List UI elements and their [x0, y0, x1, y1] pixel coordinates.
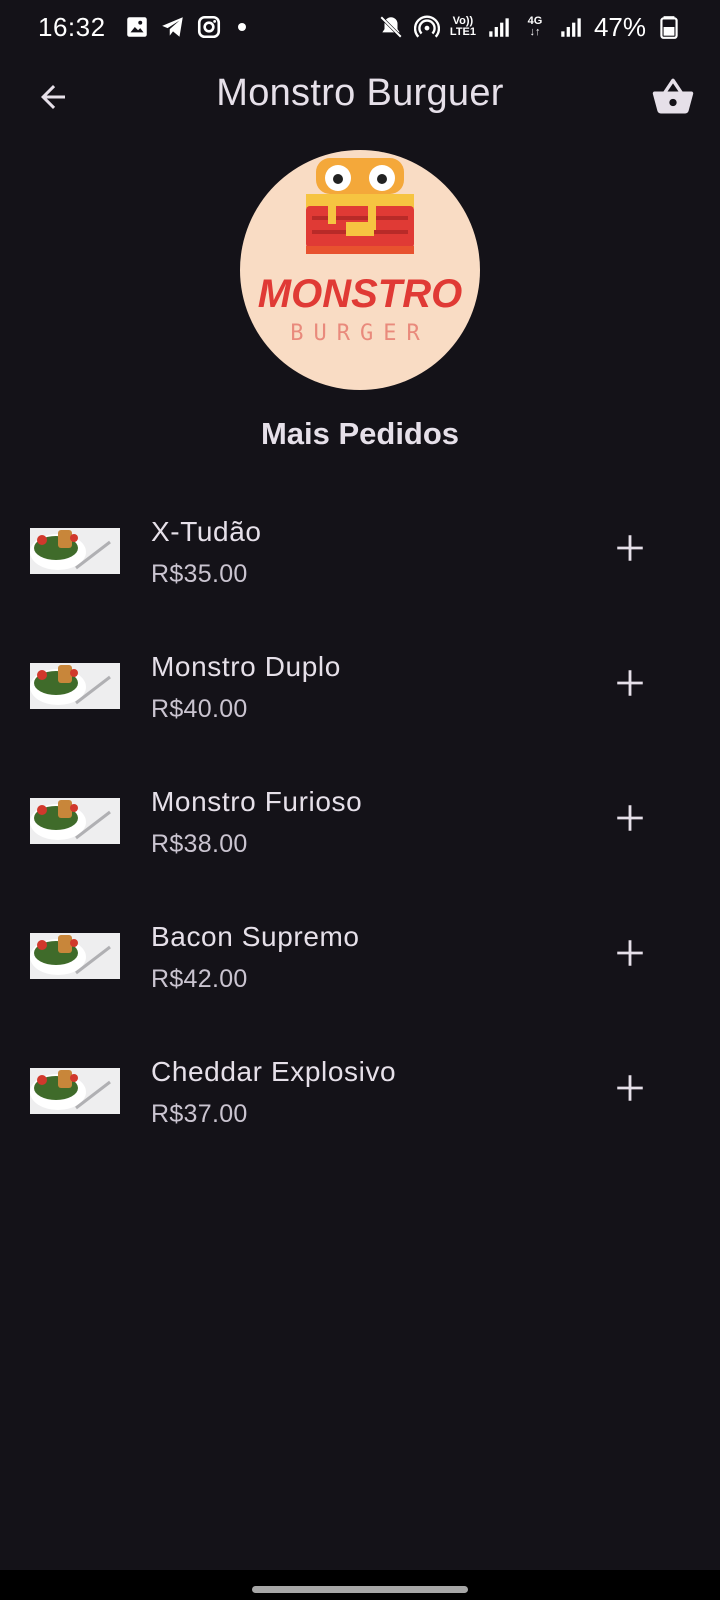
status-right: Vo)) LTE1 4G ↓↑ 47%	[378, 12, 682, 43]
item-price: R$37.00	[151, 1100, 248, 1128]
notification-dot-icon	[237, 23, 246, 31]
add-button[interactable]	[606, 659, 654, 707]
menu-item[interactable]: Cheddar Explosivo R$37.00	[0, 1026, 720, 1161]
plus-icon	[617, 670, 643, 696]
add-button[interactable]	[606, 524, 654, 572]
add-button[interactable]	[606, 1064, 654, 1112]
status-left: 16:32	[38, 12, 246, 43]
instagram-icon	[196, 14, 222, 40]
food-thumbnail	[30, 1068, 120, 1114]
lte-label: LTE1	[449, 26, 476, 38]
shopping-basket-icon	[652, 78, 694, 114]
menu-item[interactable]: Bacon Supremo R$42.00	[0, 891, 720, 1026]
section-title: Mais Pedidos	[260, 416, 460, 451]
item-price: R$42.00	[151, 965, 248, 993]
battery-icon	[656, 14, 682, 40]
status-bar: 16:32 Vo)) LTE1 4G ↓↑ 47%	[0, 0, 720, 54]
status-time: 16:32	[38, 11, 106, 42]
item-price: R$35.00	[151, 560, 248, 588]
item-name: Monstro Furioso	[151, 786, 363, 817]
item-name: Monstro Duplo	[151, 651, 341, 682]
hotspot-icon	[413, 14, 440, 40]
logo-main-text: MONSTRO	[258, 272, 462, 316]
signal-icon	[486, 14, 512, 40]
item-price: R$40.00	[151, 695, 248, 723]
item-name: Cheddar Explosivo	[151, 1056, 397, 1087]
item-price: R$38.00	[151, 830, 248, 858]
volte-icon: Vo)) LTE1	[450, 14, 476, 40]
menu-item[interactable]: Monstro Duplo R$40.00	[0, 621, 720, 756]
plus-icon	[617, 940, 643, 966]
item-name: Bacon Supremo	[151, 921, 360, 952]
home-gesture-handle[interactable]	[252, 1586, 468, 1593]
food-thumbnail	[30, 933, 120, 979]
restaurant-logo: MONSTRO BURGER	[240, 150, 480, 390]
page-title: Monstro Burguer	[216, 72, 504, 114]
food-thumbnail	[30, 663, 120, 709]
telegram-icon	[160, 14, 186, 40]
logo-sub-text: BURGER	[290, 321, 429, 346]
item-name: X-Tudão	[151, 516, 262, 547]
app-screen: 16:32 Vo)) LTE1 4G ↓↑ 47% Monstro Burgue…	[0, 0, 720, 1600]
add-button[interactable]	[606, 794, 654, 842]
plus-icon	[617, 535, 643, 561]
plus-icon	[617, 805, 643, 831]
gallery-icon	[124, 14, 150, 40]
network-4g-icon: 4G ↓↑	[522, 14, 548, 40]
menu-item[interactable]: X-Tudão R$35.00	[0, 486, 720, 621]
data-arrows-icon: ↓↑	[529, 26, 541, 38]
cart-button[interactable]	[650, 74, 696, 120]
battery-percent: 47%	[593, 11, 646, 42]
food-thumbnail	[30, 798, 120, 844]
menu-list: X-Tudão R$35.00 Monstro Duplo R$40.00 Mo…	[0, 486, 720, 1161]
menu-item[interactable]: Monstro Furioso R$38.00	[0, 756, 720, 891]
mute-icon	[378, 14, 404, 40]
add-button[interactable]	[606, 929, 654, 977]
food-thumbnail	[30, 528, 120, 574]
signal-icon-2	[558, 14, 584, 40]
system-nav-bar	[0, 1570, 720, 1600]
app-bar: Monstro Burguer	[0, 54, 720, 142]
plus-icon	[617, 1075, 643, 1101]
